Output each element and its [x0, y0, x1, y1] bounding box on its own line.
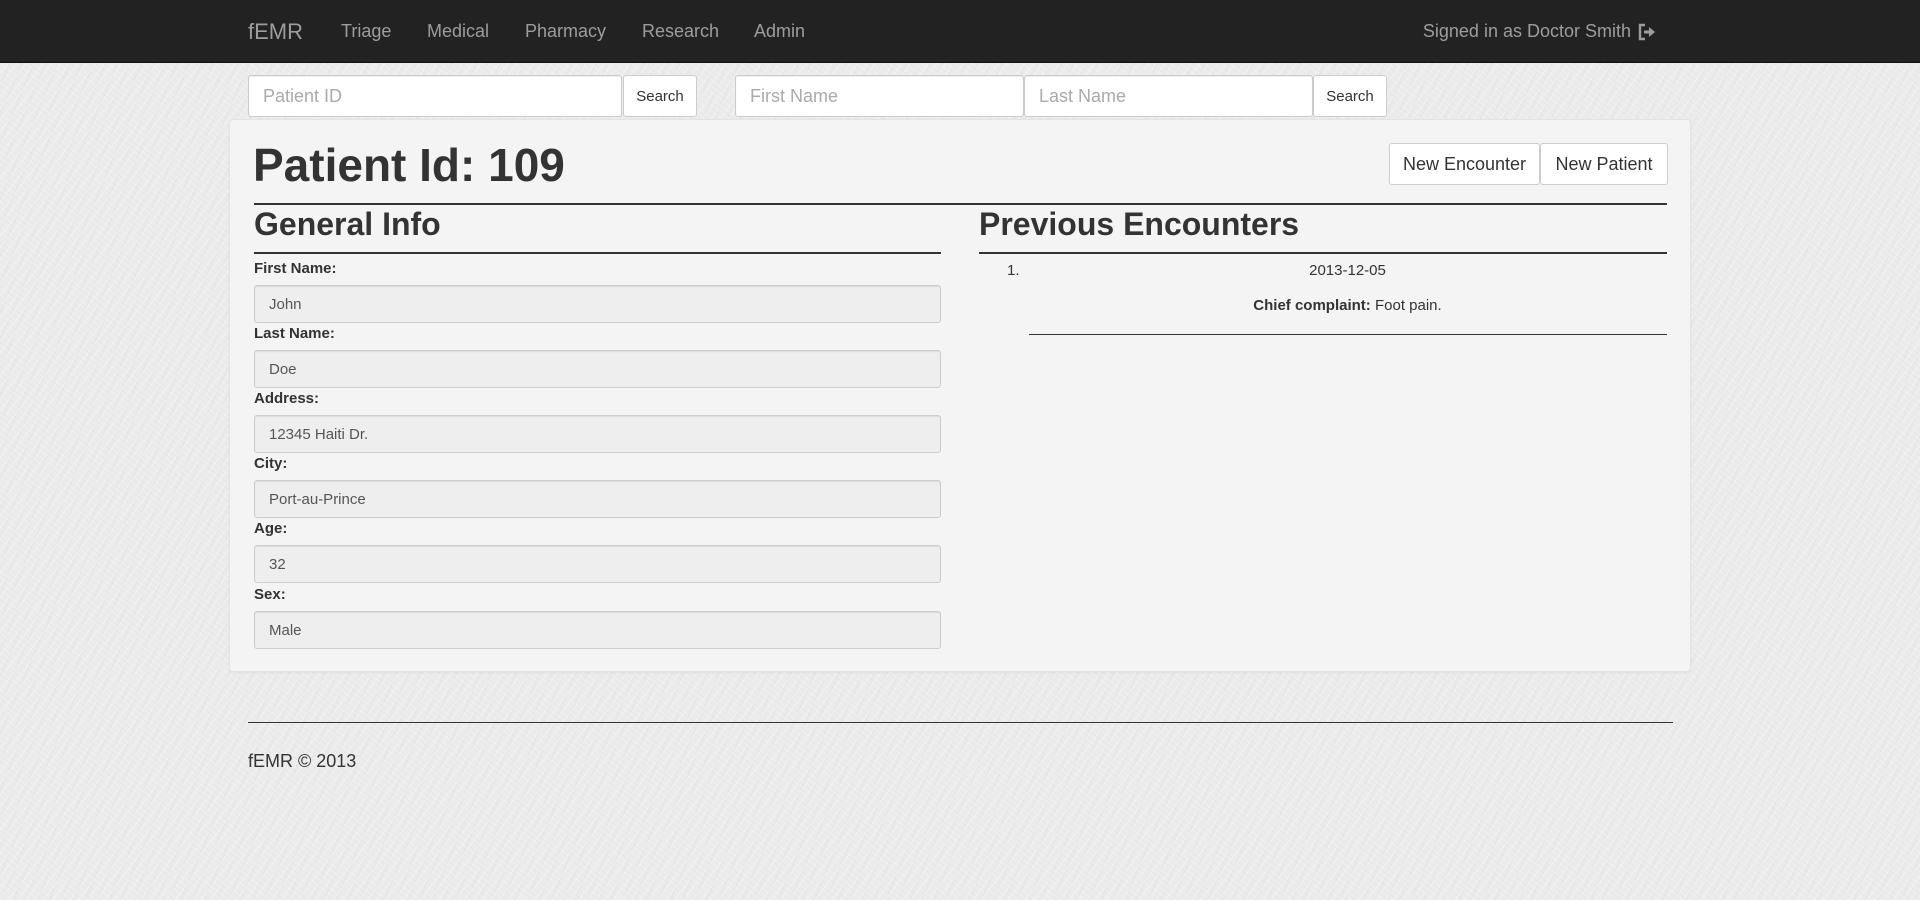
previous-encounters-title: Previous Encounters — [979, 206, 1300, 242]
encounter-number: 1. — [1007, 262, 1020, 279]
new-patient-button[interactable]: New Patient — [1540, 143, 1668, 185]
name-search-button[interactable]: Search — [1313, 75, 1387, 117]
title-divider — [254, 203, 1667, 205]
general-info-divider — [254, 252, 941, 254]
nav-link-admin[interactable]: Admin — [754, 21, 805, 42]
encounter-divider — [1029, 334, 1667, 335]
last-name-field[interactable] — [254, 350, 941, 388]
age-field[interactable] — [254, 545, 941, 583]
sex-label: Sex: — [254, 586, 286, 603]
first-name-label: First Name: — [254, 260, 337, 277]
first-name-search-input[interactable] — [735, 75, 1024, 117]
signed-in-text: Signed in as Doctor Smith — [1422, 21, 1631, 41]
patient-panel — [229, 119, 1691, 672]
last-name-search-input[interactable] — [1024, 75, 1313, 117]
general-info-title: General Info — [254, 206, 441, 242]
address-label: Address: — [254, 390, 320, 407]
footer-divider — [248, 722, 1673, 723]
page-title: Patient Id: 109 — [253, 139, 565, 191]
encounters-divider — [979, 252, 1667, 254]
logout-icon[interactable] — [1637, 23, 1657, 41]
patient-id-input[interactable] — [248, 75, 622, 117]
brand-link[interactable]: fEMR — [248, 19, 303, 45]
nav-link-pharmacy[interactable]: Pharmacy — [525, 21, 606, 42]
age-label: Age: — [254, 520, 288, 537]
chief-complaint-value: Foot pain. — [1374, 297, 1442, 314]
city-label: City: — [254, 455, 288, 472]
nav-link-triage[interactable]: Triage — [341, 21, 391, 42]
city-field[interactable] — [254, 480, 941, 518]
encounter-complaint: Chief complaint: Foot pain. — [1029, 297, 1666, 314]
last-name-label: Last Name: — [254, 325, 335, 342]
patient-id-search-button[interactable]: Search — [623, 75, 697, 117]
nav-link-research[interactable]: Research — [642, 21, 719, 42]
new-encounter-button[interactable]: New Encounter — [1389, 143, 1540, 185]
sex-field[interactable] — [254, 611, 941, 649]
footer-text: fEMR © 2013 — [248, 751, 357, 771]
top-navbar: fEMR Triage Medical Pharmacy Research Ad… — [0, 0, 1920, 63]
encounter-date[interactable]: 2013-12-05 — [1029, 262, 1666, 279]
address-field[interactable] — [254, 415, 941, 453]
first-name-field[interactable] — [254, 285, 941, 323]
chief-complaint-label: Chief complaint: — [1253, 297, 1371, 314]
nav-link-medical[interactable]: Medical — [427, 21, 489, 42]
signed-in-link[interactable]: Signed in as Doctor Smith — [1423, 21, 1657, 42]
